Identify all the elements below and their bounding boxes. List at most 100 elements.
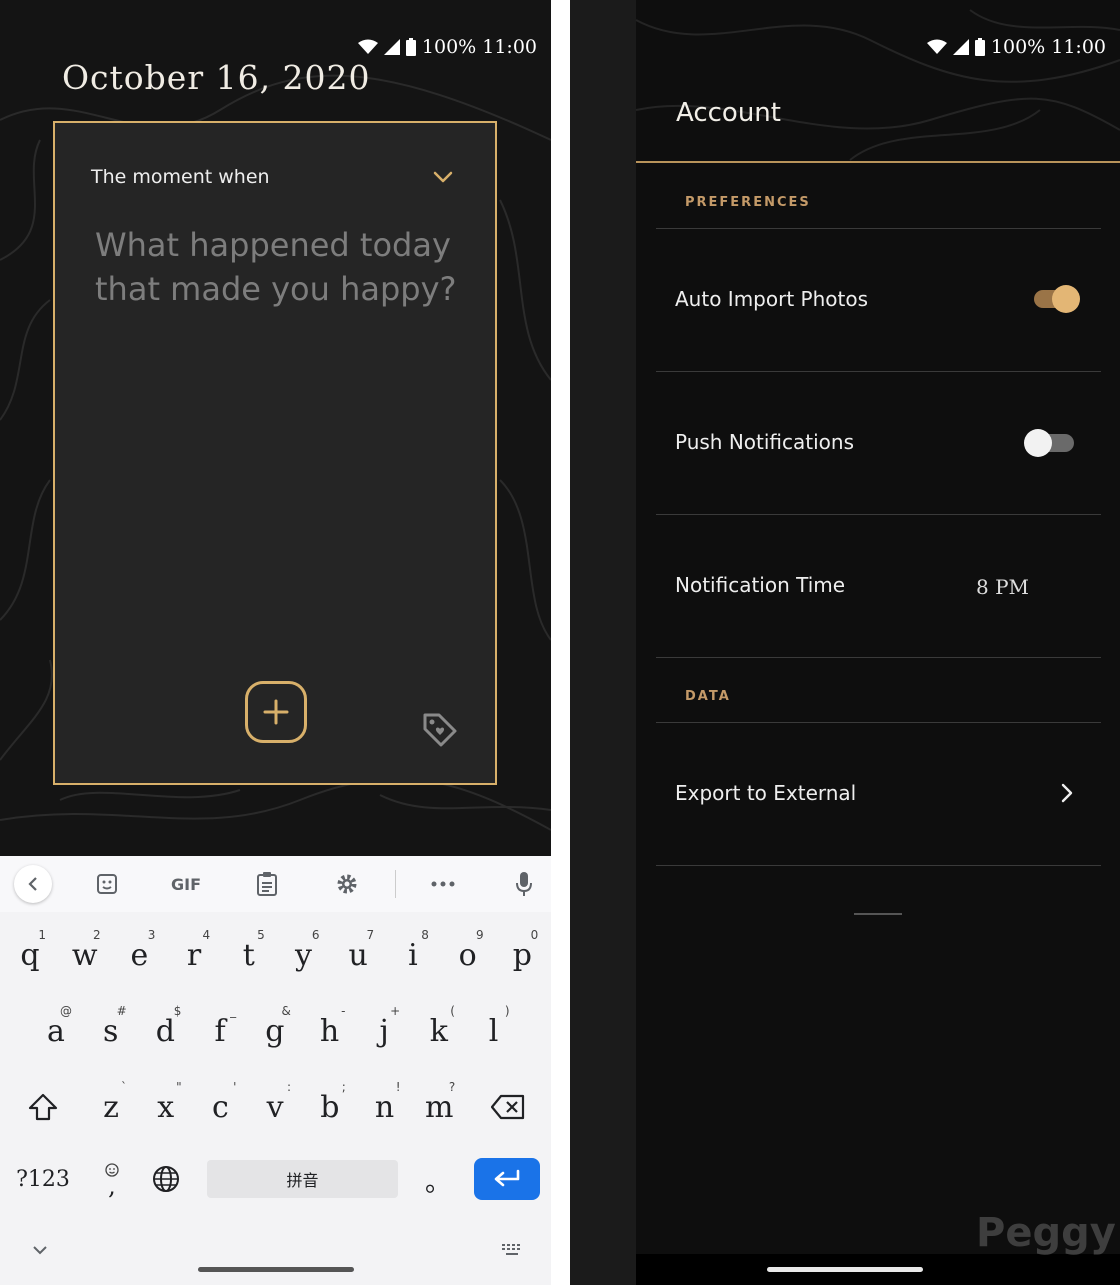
key-k[interactable]: k( [413, 1000, 465, 1062]
enter-key[interactable] [474, 1158, 540, 1200]
gear-icon [337, 874, 357, 894]
sticker-button[interactable] [92, 868, 122, 900]
notification-time-value[interactable]: 8 PM [976, 575, 1029, 599]
key-label: i [408, 937, 418, 973]
key-t[interactable]: t5 [223, 924, 275, 986]
hide-keyboard-button[interactable] [28, 1238, 52, 1262]
key-hint: 6 [311, 928, 320, 942]
globe-icon [153, 1166, 179, 1192]
keyboard-switch-button[interactable] [498, 1238, 526, 1262]
keyboard-icon [502, 1244, 520, 1255]
page-title: Account [676, 98, 781, 128]
comma-label: , [108, 1172, 116, 1200]
key-label: v [266, 1089, 284, 1125]
key-c[interactable]: c ' [194, 1076, 246, 1138]
key-hint: " [176, 1080, 182, 1094]
key-hint: 7 [366, 928, 375, 942]
key-label: d [155, 1013, 175, 1049]
export-to-external-label[interactable]: Export to External [675, 781, 856, 805]
key-m[interactable]: m? [413, 1076, 465, 1138]
key-label: g [265, 1013, 285, 1049]
key-i[interactable]: i8 [387, 924, 439, 986]
push-notifications-label: Push Notifications [675, 430, 855, 454]
key-hint: ` [121, 1080, 127, 1094]
auto-import-photos-toggle[interactable] [1034, 285, 1080, 313]
clock: 11:00 [1051, 36, 1106, 58]
backspace-key[interactable] [482, 1076, 534, 1138]
signal-icon [383, 39, 400, 55]
key-w[interactable]: w2 [59, 924, 111, 986]
add-photo-button[interactable] [245, 681, 307, 743]
symbols-key[interactable]: ?123 [12, 1160, 74, 1198]
entry-date: October 16, 2020 [62, 58, 371, 97]
key-y[interactable]: y6 [278, 924, 330, 986]
key-v[interactable]: v: [249, 1076, 301, 1138]
chevron-down-icon[interactable] [431, 165, 455, 189]
section-data: DATA [685, 689, 731, 704]
comma-key[interactable]: , [96, 1154, 128, 1204]
push-notifications-toggle[interactable] [1024, 429, 1074, 457]
battery-icon [974, 38, 985, 56]
keyboard-settings-button[interactable] [333, 868, 361, 900]
voice-input-button[interactable] [510, 868, 538, 900]
section-preferences: PREFERENCES [685, 195, 811, 210]
key-b[interactable]: b; [304, 1076, 356, 1138]
period-key[interactable]: 。 [420, 1160, 456, 1200]
space-key[interactable]: 拼音 [207, 1160, 398, 1198]
tag-icon[interactable] [421, 711, 459, 749]
key-j[interactable]: j + [358, 1000, 410, 1062]
key-label: x [157, 1089, 175, 1125]
key-label: c [211, 1089, 229, 1125]
key-label: u [348, 937, 368, 973]
sheet-end-indicator [854, 913, 902, 915]
key-hint: # [116, 1004, 127, 1018]
shift-key[interactable] [18, 1076, 68, 1138]
wifi-icon [357, 39, 378, 54]
key-label: w [71, 937, 98, 973]
account-screen: 100% 11:00 Account PREFERENCES Auto Impo… [570, 0, 1120, 1285]
keyboard-back-button[interactable] [14, 865, 52, 903]
key-e[interactable]: e3 [113, 924, 165, 986]
key-q[interactable]: q1 [4, 924, 56, 986]
key-r[interactable]: r4 [168, 924, 220, 986]
toggle-knob [1052, 285, 1080, 313]
backspace-icon [491, 1094, 525, 1120]
key-label: b [320, 1089, 340, 1125]
key-label: j [379, 1013, 389, 1049]
language-key[interactable] [146, 1158, 186, 1200]
key-d[interactable]: d $ [139, 1000, 191, 1062]
header-divider [636, 161, 1120, 163]
key-x[interactable]: x " [140, 1076, 192, 1138]
clipboard-button[interactable] [253, 868, 281, 900]
key-p[interactable]: p0 [496, 924, 548, 986]
key-label: z [103, 1089, 119, 1125]
key-z[interactable]: z ` [85, 1076, 137, 1138]
home-indicator[interactable] [767, 1267, 923, 1272]
key-f[interactable]: f _ [194, 1000, 246, 1062]
key-l[interactable]: l) [468, 1000, 520, 1062]
key-o[interactable]: o9 [442, 924, 494, 986]
key-h[interactable]: h- [304, 1000, 356, 1062]
toolbar-separator [395, 870, 396, 898]
journal-screen: 100% 11:00 October 16, 2020 The moment w… [0, 0, 551, 1285]
divider [656, 228, 1101, 229]
key-label: s [102, 1013, 119, 1049]
key-s[interactable]: s # [85, 1000, 137, 1062]
key-n[interactable]: n! [359, 1076, 411, 1138]
key-label: y [295, 937, 312, 973]
gif-button[interactable]: GIF [166, 868, 206, 900]
more-button[interactable] [428, 868, 458, 900]
prompt-label: The moment when [91, 166, 270, 188]
key-hint: : [287, 1080, 292, 1094]
key-u[interactable]: u7 [332, 924, 384, 986]
chevron-right-icon[interactable] [1056, 781, 1078, 805]
key-label: l [488, 1013, 499, 1049]
key-hint: - [341, 1004, 346, 1018]
key-g[interactable]: g & [249, 1000, 301, 1062]
prompt-selector[interactable]: The moment when [91, 165, 455, 189]
entry-text-area[interactable]: What happened today that made you happy? [95, 223, 465, 311]
key-hint: 1 [38, 928, 46, 942]
key-hint: _ [230, 1004, 237, 1018]
home-indicator[interactable] [198, 1267, 354, 1272]
key-a[interactable]: a @ [30, 1000, 82, 1062]
